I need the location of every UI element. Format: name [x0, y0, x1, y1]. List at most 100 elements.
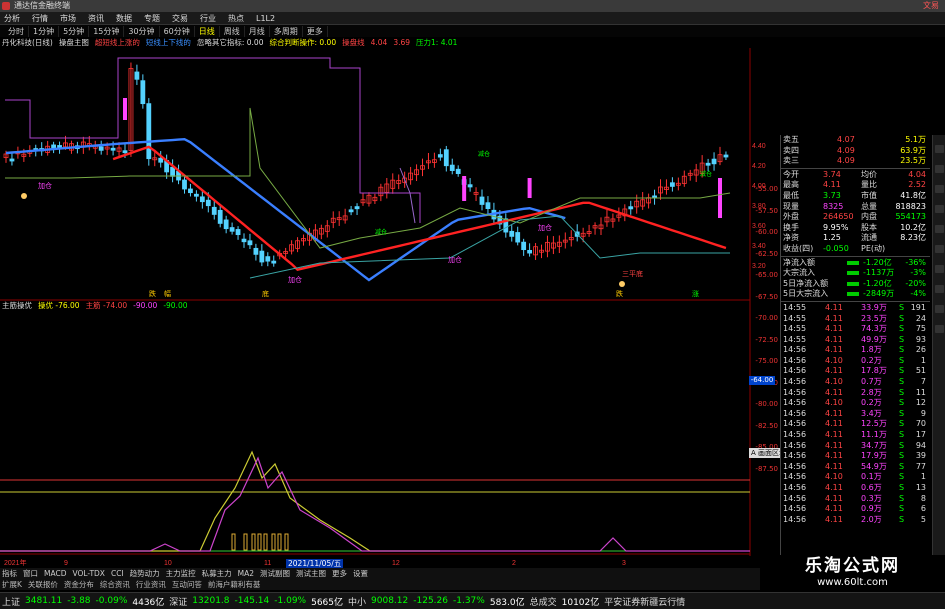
side-toolbar[interactable]	[932, 135, 945, 555]
menu-item[interactable]: 专题	[144, 13, 160, 24]
menu-item[interactable]: 行业	[200, 13, 216, 24]
hand-marker-icon	[619, 281, 625, 287]
tick-time: 14:56	[783, 472, 807, 482]
candle-body	[134, 71, 140, 80]
flow-bar	[847, 271, 859, 276]
indicator-tab[interactable]: MACD	[44, 569, 66, 578]
flow-percent: -36%	[905, 257, 926, 267]
tick-count: 12	[915, 398, 926, 408]
indicator-tab[interactable]: 趋势动力	[130, 568, 160, 579]
sub-chart-axis: -55.00 -57.50 -60.00 -62.50 -65.00 -67.50 -70.…	[752, 135, 780, 555]
tick-count: 75	[915, 324, 926, 334]
tick-volume: 0.2万	[861, 398, 882, 408]
extension-tab[interactable]: 资金分布	[64, 579, 94, 590]
toolbar-icon[interactable]	[935, 145, 944, 153]
indicator-tab[interactable]: 私募主力	[202, 568, 232, 579]
tick-count: 7	[920, 377, 926, 387]
indicator-tab[interactable]: 测试副图	[260, 568, 290, 579]
menu-item[interactable]: 分析	[4, 13, 20, 24]
menu-item[interactable]: 数据	[116, 13, 132, 24]
indicator-legend-item: 操盘线	[342, 38, 365, 47]
period-tab[interactable]: 60分钟	[160, 25, 195, 37]
order-price: 4.07	[837, 135, 855, 144]
status-item: -0.09%	[95, 596, 128, 606]
toolbar-icon[interactable]	[935, 225, 944, 233]
toolbar-icon[interactable]	[935, 205, 944, 213]
candle-body	[723, 154, 729, 158]
tick-volume: 54.9万	[861, 461, 887, 471]
order-volume: 5.1万	[905, 135, 926, 144]
candle-body	[348, 209, 354, 213]
toolbar-icon[interactable]	[935, 165, 944, 173]
date-axis-tick: 2021年	[4, 558, 27, 567]
period-tab[interactable]: 月线	[245, 25, 270, 37]
menu-item[interactable]: 行情	[32, 13, 48, 24]
indicator-tab[interactable]: 更多	[332, 568, 347, 579]
status-item: 总成交	[529, 597, 557, 608]
toolbar-icon[interactable]	[935, 185, 944, 193]
extension-tab[interactable]: 扩展K	[2, 579, 22, 590]
stat-label: 市值	[861, 190, 877, 200]
tick-time: 14:56	[783, 440, 807, 450]
menu-item[interactable]: 市场	[60, 13, 76, 24]
reduce-position-label: 减仓	[478, 150, 490, 158]
period-tab[interactable]: 30分钟	[124, 25, 160, 37]
period-tab[interactable]: 分时	[4, 25, 29, 37]
quote-row: 大宗流入 -1137万 -3%	[781, 268, 930, 279]
period-tab[interactable]: 15分钟	[89, 25, 125, 37]
period-tab[interactable]: 5分钟	[59, 25, 90, 37]
indicator-tab[interactable]: 设置	[353, 568, 368, 579]
menu-item[interactable]: L1L2	[256, 14, 275, 23]
signal-bar	[277, 533, 282, 551]
indicator-legend-item: 操盘主图	[58, 38, 89, 47]
menu-item[interactable]: 交易	[172, 13, 188, 24]
tick-side: S	[899, 451, 905, 461]
extension-tab[interactable]: 行业资讯	[136, 579, 166, 590]
extension-tab[interactable]: 关联报价	[28, 579, 58, 590]
title-right-label[interactable]: 文易	[923, 0, 939, 12]
extension-tab[interactable]: 综合资讯	[100, 579, 130, 590]
period-tab[interactable]: 多周期	[270, 25, 303, 37]
tick-time: 14:55	[783, 324, 807, 334]
quote-row: 14:56 4.11 17.8万 S 51	[781, 366, 930, 377]
quote-row: 14:55 4.11 74.3万 S 75	[781, 324, 930, 335]
order-label: 卖五	[783, 135, 799, 144]
signal-bar	[257, 533, 262, 551]
candle-body	[223, 219, 229, 230]
kline-chart-canvas[interactable]: 4.404.204.003.803.603.403.205.36加仓加仓加仓加仓…	[0, 48, 780, 568]
date-axis-tick: 9	[64, 560, 68, 567]
candle-body	[437, 154, 443, 158]
toolbar-icon[interactable]	[935, 305, 944, 313]
indicator-tab[interactable]: CCI	[111, 569, 124, 578]
stat-label: 现量	[783, 201, 799, 211]
quote-row: 14:56 4.11 3.4万 S 9	[781, 409, 930, 420]
order-price: 4.09	[837, 156, 855, 166]
menu-item[interactable]: 资讯	[88, 13, 104, 24]
extension-tab[interactable]: 互动问答	[172, 579, 202, 590]
toolbar-icon[interactable]	[935, 285, 944, 293]
toolbar-icon[interactable]	[935, 325, 944, 333]
sub-axis-tick: -82.50	[755, 421, 778, 430]
indicator-tab[interactable]: 窗口	[23, 568, 38, 579]
period-tab[interactable]: 更多	[303, 25, 328, 37]
flow-bar	[847, 292, 859, 297]
indicator-tab[interactable]: 指标	[2, 568, 17, 579]
indicator-tab[interactable]: MA2	[238, 569, 254, 578]
signal-marker: 跌	[149, 289, 156, 298]
tick-side: S	[899, 302, 905, 312]
toolbar-icon[interactable]	[935, 265, 944, 273]
extension-tab[interactable]: 前海户籍利有基	[208, 579, 261, 590]
period-tab[interactable]: 周线	[220, 25, 245, 37]
indicator-tab[interactable]: 测试主图	[296, 568, 326, 579]
tick-volume: 1.8万	[861, 345, 882, 355]
candle-body	[9, 158, 15, 162]
indicator-tab[interactable]: VOL-TDX	[72, 569, 104, 578]
stat-value: 1.25	[823, 233, 841, 243]
indicator-tab[interactable]: 主力监控	[166, 568, 196, 579]
sub-axis-tick: -62.50	[755, 249, 778, 258]
tick-side: S	[899, 419, 905, 429]
menu-item[interactable]: 热点	[228, 13, 244, 24]
period-tab[interactable]: 日线	[195, 25, 220, 37]
toolbar-icon[interactable]	[935, 245, 944, 253]
period-tab[interactable]: 1分钟	[29, 25, 60, 37]
